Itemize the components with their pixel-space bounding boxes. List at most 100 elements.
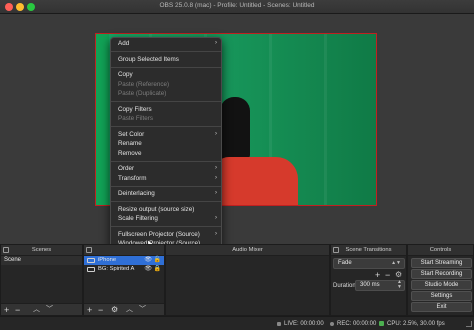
menu-item-scale-filtering[interactable]: Scale Filtering › [111,214,221,224]
move-up-icon[interactable]: ︿ [126,304,133,316]
submenu-chevron-icon: › [215,130,217,137]
menu-item-label: Paste Filters [118,115,153,122]
add-source-icon[interactable]: + [87,304,92,316]
menu-item-label: Deinterlacing [118,190,155,197]
menu-item-resize-output-source-size[interactable]: Resize output (source size) [111,205,221,215]
menu-item-remove[interactable]: Remove [111,149,221,159]
add-scene-icon[interactable]: + [4,304,9,316]
menu-item-group-selected-items[interactable]: Group Selected Items [111,55,221,65]
menu-item-label: Fullscreen Projector (Source) [118,230,200,238]
rec-time: REC: 00:00:00 [337,321,377,327]
remove-scene-icon[interactable]: − [15,304,20,316]
move-up-icon[interactable]: ︿ [33,304,40,316]
rec-indicator-icon [330,322,334,326]
source-name: iPhone [98,257,117,263]
menu-item-label: Group Selected Items [118,55,179,63]
source-context-menu: Add › Group Selected Items Copy Paste (Refer… [110,37,222,282]
add-transition-icon[interactable]: + [375,270,380,280]
controls-dock: Controls Start Streaming Start Recording… [407,244,474,316]
submenu-chevron-icon: › [215,215,217,221]
cpu-usage: CPU: 2.5%, 30.00 fps [387,321,445,327]
remove-transition-icon[interactable]: − [385,270,390,280]
start-recording-button[interactable]: Start Recording [411,269,472,279]
dock-float-icon[interactable] [3,247,9,253]
move-down-icon[interactable]: ﹀ [46,304,53,316]
controls-header: Controls [408,245,473,256]
sources-dock-header [84,245,164,256]
menu-item-add[interactable]: Add › [111,39,221,49]
duration-field[interactable]: 300 ms ▲ ▼ [355,280,405,291]
person-head [220,97,250,159]
live-time: LIVE: 00:00:00 [284,321,324,327]
resize-grip-icon[interactable] [466,321,472,327]
scene-transitions-title: Scene Transitions [345,247,392,253]
settings-button[interactable]: Settings [411,291,472,301]
studio-mode-button[interactable]: Studio Mode [411,280,472,290]
start-streaming-button[interactable]: Start Streaming [411,258,472,268]
exit-button[interactable]: Exit [411,302,472,312]
visibility-eye-icon[interactable]: 👁 [144,256,152,265]
scene-transitions-header: Scene Transitions [331,245,406,256]
scenes-dock-header: Scenes [1,245,82,256]
scenes-dock: Scenes Scene + − ︿ ﹀ [0,244,83,316]
menu-item-label: Paste (Duplicate) [118,90,167,97]
scenes-dock-title: Scenes [31,247,52,253]
controls-title: Controls [429,247,452,253]
menu-item-transform[interactable]: Transform › [111,174,221,184]
source-properties-gear-icon[interactable]: ⚙ [111,304,118,316]
transition-select-value: Fade [338,260,352,266]
menu-item-copy-filters[interactable]: Copy Filters [111,105,221,115]
sources-toolbar: + − ⚙ ︿ ﹀ [84,303,164,315]
title-bar: OBS 25.0.8 (mac) - Profile: Untitled - S… [0,0,474,14]
menu-item-rename[interactable]: Rename [111,139,221,149]
menu-item-paste-filters: Paste Filters [111,114,221,124]
menu-item-label: Resize output (source size) [118,205,195,213]
cpu-indicator-icon [379,321,384,326]
visibility-eye-icon[interactable]: 👁 [144,265,152,274]
image-source-icon [87,267,95,272]
source-list-item[interactable]: BG: Spirited A 👁 🔒 [84,265,164,274]
sources-dock: iPhone 👁 🔓 BG: Spirited A 👁 🔒 + − ⚙ ︿ ﹀ [83,244,165,316]
audio-mixer-title: Audio Mixer [232,247,263,253]
unlock-icon[interactable]: 🔓 [154,256,161,265]
person-shirt [213,157,298,206]
submenu-chevron-icon: › [215,165,217,171]
fabric-fold [324,33,327,206]
menu-item-deinterlacing[interactable]: Deinterlacing › [111,189,221,199]
menu-item-paste-reference: Paste (Reference) [111,80,221,90]
dock-float-icon[interactable] [333,247,339,253]
menu-item-label: Scale Filtering [118,215,158,222]
dock-float-icon[interactable] [86,247,92,253]
chevron-updown-icon: ▲▼ [391,260,401,266]
video-source-icon [87,258,95,263]
menu-item-label: Copy [118,71,133,78]
menu-item-paste-duplicate: Paste (Duplicate) [111,89,221,99]
duration-value: 300 ms [360,282,380,288]
submenu-chevron-icon: › [215,230,217,237]
submenu-chevron-icon: › [215,174,217,181]
lock-icon[interactable]: 🔒 [154,265,161,274]
menu-item-label: Remove [118,149,142,157]
move-down-icon[interactable]: ﹀ [139,304,146,316]
menu-item-label: Rename [118,140,142,147]
live-indicator-icon [277,322,281,326]
scene-list-item[interactable]: Scene [1,256,82,265]
audio-mixer-header: Audio Mixer [166,245,329,256]
scene-transitions-dock: Scene Transitions Fade ▲▼ + − ⚙ Duration… [330,244,407,316]
menu-item-label: Paste (Reference) [118,80,170,88]
menu-item-set-color[interactable]: Set Color › [111,130,221,140]
remove-source-icon[interactable]: − [98,304,103,316]
menu-item-copy[interactable]: Copy [111,70,221,80]
menu-item-order[interactable]: Order › [111,164,221,174]
audio-mixer-dock: Audio Mixer [165,244,330,316]
menu-item-label: Copy Filters [118,105,152,113]
menu-item-fullscreen-projector-source[interactable]: Fullscreen Projector (Source) › [111,230,221,240]
scenes-toolbar: + − ︿ ﹀ [1,303,82,315]
menu-item-label: Set Color [118,130,145,138]
submenu-chevron-icon: › [215,190,217,196]
source-list-item[interactable]: iPhone 👁 🔓 [84,256,164,265]
submenu-chevron-icon: › [215,40,217,46]
green-screen-edge [95,33,109,206]
transition-select[interactable]: Fade ▲▼ [333,258,405,269]
duration-spinner-icon[interactable]: ▲ ▼ [397,280,402,290]
